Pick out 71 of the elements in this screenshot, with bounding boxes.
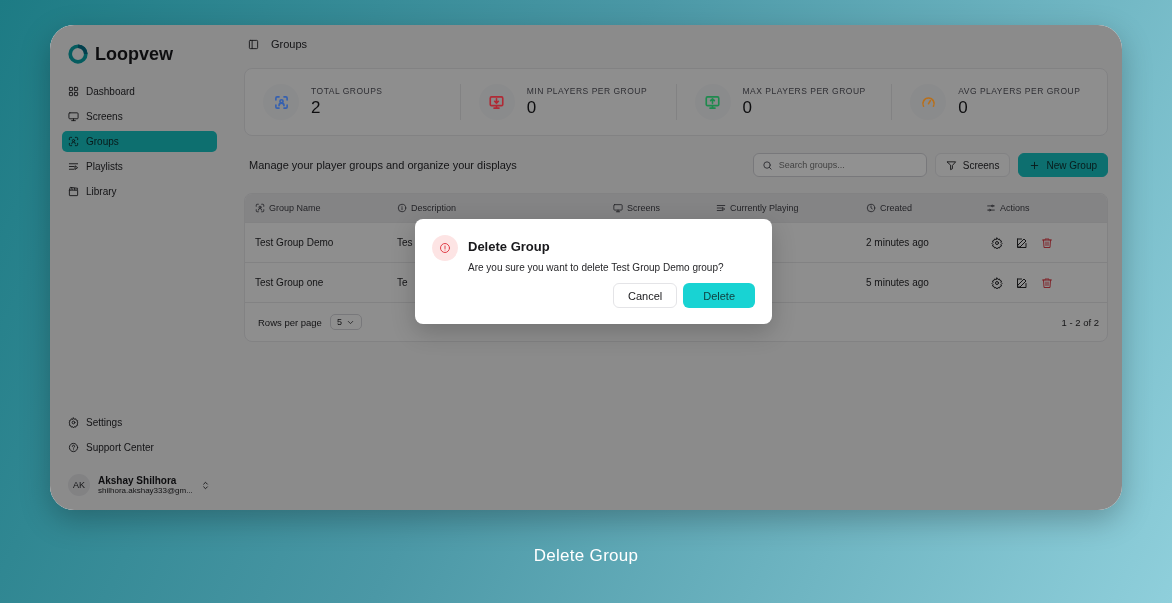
table-cell: Test Group Demo (255, 237, 334, 248)
stat-label: TOTAL GROUPS (311, 86, 383, 96)
sidebar-item[interactable]: Support Center (62, 437, 217, 458)
search-icon (761, 159, 773, 171)
logo-icon (67, 43, 89, 65)
sidebar-item[interactable]: Groups (62, 131, 217, 152)
stat-label: AVG PLAYERS PER GROUP (958, 86, 1081, 96)
table-cell: 2 minutes ago (866, 237, 929, 248)
sidebar-item[interactable]: Dashboard (62, 81, 217, 102)
column-header: Description (397, 203, 613, 213)
column-header: Group Name (255, 203, 397, 213)
alert-icon (439, 242, 451, 254)
search-field[interactable]: Search groups... (752, 153, 927, 177)
delete-icon (1041, 236, 1053, 249)
stat-label: MAX PLAYERS PER GROUP (742, 86, 866, 96)
user-email: shilhora.akshay333@gm... (98, 486, 192, 495)
cancel-button[interactable]: Cancel (612, 283, 678, 308)
sidebar-toggle-icon (248, 38, 259, 50)
delete-icon (1041, 276, 1053, 289)
dialog-message: Are you sure you want to delete Test Group Demo group? (468, 262, 725, 273)
playlist-icon (68, 161, 79, 172)
help-icon (68, 442, 79, 453)
filter-button[interactable]: Screens (934, 153, 1011, 177)
sidebar-item[interactable]: Playlists (62, 156, 217, 177)
edit-icon (1016, 276, 1028, 289)
table-cell: Test Group one (255, 277, 324, 288)
clapperboard-icon (68, 186, 79, 197)
chevrons-icon (200, 479, 211, 491)
table-cell: Te (397, 277, 408, 288)
column-header: Currently Playing (716, 203, 866, 213)
user-name: Akshay Shilhora (98, 475, 178, 486)
group-icon (255, 203, 265, 213)
monitor-icon (613, 203, 623, 213)
settings-icon (991, 236, 1003, 249)
grid-icon (68, 86, 79, 97)
stat-value: 2 (311, 98, 322, 118)
column-header: Created (866, 203, 986, 213)
table-cell: 5 minutes ago (866, 277, 929, 288)
sidebar-item[interactable]: Library (62, 181, 217, 202)
playlist-icon (716, 203, 726, 213)
stat-value: 0 (742, 98, 753, 118)
monitor-icon (68, 111, 79, 122)
app-logo: Loopvew (95, 43, 173, 65)
stat-label: MIN PLAYERS PER GROUP (526, 86, 648, 96)
pagination-range: 1 - 2 of 2 (1061, 316, 1099, 328)
group-icon (68, 136, 79, 147)
stat-value: 0 (526, 98, 538, 118)
column-header: Actions (986, 203, 1107, 213)
rows-per-page-label: Rows per page (258, 316, 322, 328)
stat-value: 0 (958, 98, 969, 118)
plus-icon (1029, 159, 1041, 171)
table-cell: Tes (397, 237, 413, 248)
rows-per-page-select[interactable]: 5 (329, 314, 362, 330)
settings-icon (991, 276, 1003, 289)
page-description: Manage your player groups and organize your displays (249, 159, 518, 171)
new-group-button[interactable]: New Group (1018, 153, 1108, 177)
delete-button[interactable]: Delete (683, 283, 755, 308)
sliders-icon (986, 203, 996, 213)
column-header: Screens (613, 203, 716, 213)
settings-icon (68, 417, 79, 428)
page-title: Groups (271, 38, 308, 50)
user-avatar: AK (68, 474, 90, 496)
sidebar-item[interactable]: Settings (62, 412, 217, 433)
caption: Delete Group (533, 546, 639, 566)
edit-icon (1016, 236, 1028, 249)
clock-icon (866, 203, 876, 213)
sidebar-item[interactable]: Screens (62, 106, 217, 127)
filter-icon (945, 159, 957, 171)
search-input[interactable]: Search groups... (778, 160, 909, 170)
dialog-title: Delete Group (468, 239, 551, 254)
info-icon (397, 203, 407, 213)
